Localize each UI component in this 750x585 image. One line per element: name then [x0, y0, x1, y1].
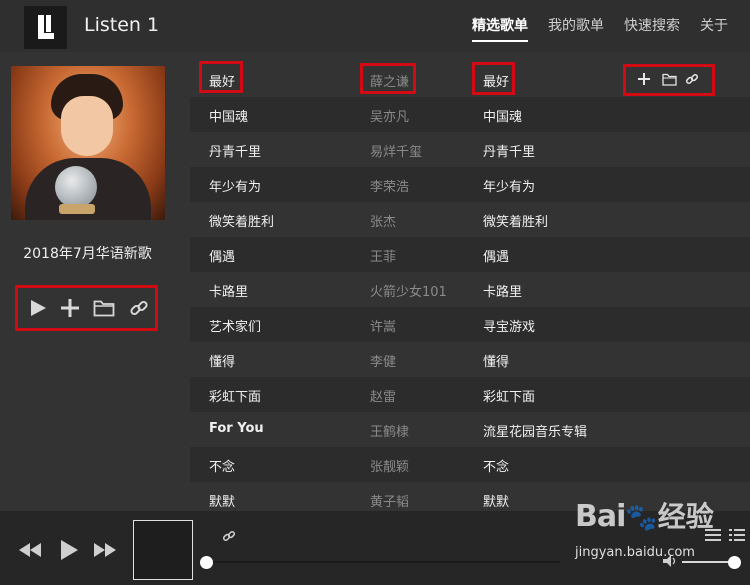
song-title: 不念 — [209, 460, 236, 475]
folder-icon — [93, 300, 115, 317]
play-button[interactable] — [58, 539, 80, 561]
table-row[interactable]: For You 王鹤棣 流星花园音乐专辑 — [190, 412, 750, 447]
song-title: 微笑着胜利 — [209, 215, 275, 230]
artist-header-highlight — [360, 63, 416, 94]
nav-quick-search[interactable]: 快速搜索 — [624, 15, 680, 35]
song-artist[interactable]: 黄子韬 — [370, 491, 409, 510]
table-row[interactable]: 懂得 李健 懂得 — [190, 342, 750, 377]
song-artist[interactable]: 许嵩 — [370, 316, 396, 335]
song-title: 艺术家们 — [209, 320, 262, 335]
song-title: 偶遇 — [209, 250, 236, 265]
link-icon — [130, 300, 148, 316]
song-album[interactable]: 彩虹下面 — [483, 386, 535, 405]
song-album[interactable]: 丹青千里 — [483, 141, 535, 160]
song-album[interactable]: 懂得 — [483, 351, 509, 370]
song-album[interactable]: 不念 — [483, 456, 509, 475]
song-album[interactable]: 卡路里 — [483, 281, 522, 300]
nav-about[interactable]: 关于 — [700, 15, 728, 35]
title-header-highlight — [199, 61, 243, 93]
song-artist[interactable]: 吴亦凡 — [370, 106, 409, 125]
copy-link-button[interactable] — [127, 296, 151, 320]
song-title: 卡路里 — [209, 285, 249, 300]
play-icon — [61, 540, 78, 560]
next-button[interactable] — [93, 540, 117, 560]
watermark-logo: Bai — [575, 499, 626, 534]
song-actions-highlight — [623, 64, 715, 96]
table-row[interactable]: 卡路里 火箭少女101 卡路里 — [190, 272, 750, 307]
song-album[interactable]: 中国魂 — [483, 106, 522, 125]
song-artist[interactable]: 火箭少女101 — [370, 281, 447, 300]
song-title: 中国魂 — [209, 110, 249, 125]
album-header-highlight — [472, 62, 515, 95]
table-row[interactable]: 丹青千里 易烊千玺 丹青千里 — [190, 132, 750, 167]
song-artist[interactable]: 张靓颖 — [370, 456, 409, 475]
table-row[interactable]: 不念 张靓颖 不念 — [190, 447, 750, 482]
song-artist[interactable]: 赵雷 — [370, 386, 396, 405]
song-album[interactable]: 年少有为 — [483, 176, 535, 195]
song-album[interactable]: 微笑着胜利 — [483, 211, 548, 230]
now-playing-link-button[interactable] — [220, 527, 238, 545]
menu-icon — [729, 529, 745, 541]
table-row[interactable]: 年少有为 李荣浩 年少有为 — [190, 167, 750, 202]
song-title: 彩虹下面 — [209, 390, 262, 405]
song-title: 丹青千里 — [209, 145, 262, 160]
playlist-cover — [11, 66, 165, 220]
playlist-title: 2018年7月华语新歌 — [23, 246, 152, 262]
now-playing-cover — [133, 520, 193, 580]
table-row[interactable]: 彩虹下面 赵雷 彩虹下面 — [190, 377, 750, 412]
play-all-button[interactable] — [26, 296, 50, 320]
app-logo[interactable] — [24, 6, 67, 49]
app-title: Listen 1 — [84, 14, 160, 36]
volume-knob[interactable] — [728, 556, 741, 569]
volume-slider[interactable] — [682, 561, 732, 563]
song-title: For You — [209, 421, 264, 436]
song-album[interactable]: 流星花园音乐专辑 — [483, 421, 587, 440]
table-row[interactable]: 艺术家们 许嵩 寻宝游戏 — [190, 307, 750, 342]
song-album[interactable]: 默默 — [483, 491, 509, 510]
add-all-button[interactable] — [58, 296, 82, 320]
song-artist[interactable]: 李荣浩 — [370, 176, 409, 195]
nav-featured-playlists[interactable]: 精选歌单 — [472, 15, 528, 42]
menu-button[interactable] — [728, 528, 746, 542]
add-icon — [61, 299, 79, 317]
song-title: 年少有为 — [209, 180, 262, 195]
song-album[interactable]: 寻宝游戏 — [483, 316, 535, 335]
table-row[interactable]: 中国魂 吴亦凡 中国魂 — [190, 97, 750, 132]
app-header: Listen 1 精选歌单 我的歌单 快速搜索 关于 — [0, 0, 750, 52]
table-row[interactable]: 偶遇 王菲 偶遇 — [190, 237, 750, 272]
baidu-jingyan-watermark: Bai🐾经验 jingyan.baidu.com — [575, 499, 714, 560]
main-nav: 精选歌单 我的歌单 快速搜索 关于 — [472, 15, 728, 42]
save-playlist-button[interactable] — [91, 296, 117, 320]
song-artist[interactable]: 张杰 — [370, 211, 396, 230]
play-icon — [31, 300, 46, 316]
nav-my-playlists[interactable]: 我的歌单 — [548, 15, 604, 35]
song-title: 懂得 — [209, 355, 236, 370]
link-icon — [222, 530, 236, 542]
song-album[interactable]: 偶遇 — [483, 246, 509, 265]
previous-icon — [19, 543, 41, 557]
song-title: 默默 — [209, 495, 236, 510]
song-artist[interactable]: 李健 — [370, 351, 396, 370]
song-artist[interactable]: 易烊千玺 — [370, 141, 422, 160]
progress-bar[interactable] — [205, 561, 560, 563]
song-artist[interactable]: 王鹤棣 — [370, 421, 409, 440]
next-icon — [94, 543, 116, 557]
watermark-url: jingyan.baidu.com — [575, 545, 695, 560]
previous-button[interactable] — [18, 540, 42, 560]
table-row[interactable]: 微笑着胜利 张杰 微笑着胜利 — [190, 202, 750, 237]
watermark-text: 经验 — [657, 500, 714, 533]
progress-knob[interactable] — [200, 556, 213, 569]
song-artist[interactable]: 王菲 — [370, 246, 396, 265]
